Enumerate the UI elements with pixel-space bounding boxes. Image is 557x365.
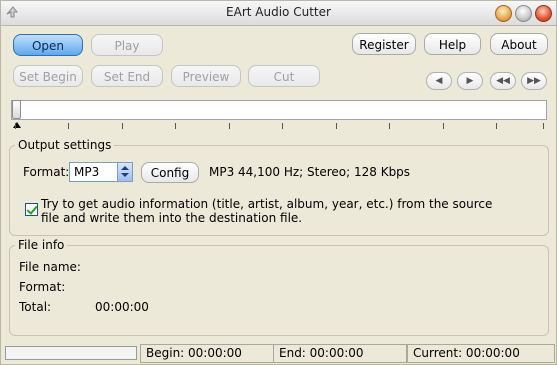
set-end-button[interactable]: Set End bbox=[91, 65, 163, 87]
prev-icon[interactable]: ◀ bbox=[426, 72, 452, 90]
format-select-value: MP3 bbox=[74, 165, 100, 179]
cut-button[interactable]: Cut bbox=[248, 65, 320, 87]
status-current: Current: 00:00:00 bbox=[407, 344, 555, 363]
get-audio-info-label: Try to get audio information (title, art… bbox=[41, 197, 493, 225]
config-button[interactable]: Config bbox=[141, 162, 199, 183]
get-audio-info-checkbox[interactable] bbox=[25, 203, 38, 216]
total-label: Total: bbox=[19, 300, 52, 314]
status-begin: Begin: 00:00:00 bbox=[140, 344, 274, 363]
file-info-group bbox=[9, 245, 549, 336]
play-button[interactable]: Play bbox=[91, 34, 163, 56]
help-button[interactable]: Help bbox=[424, 33, 481, 55]
app-window: EArt Audio Cutter Open Play Register Hel… bbox=[0, 0, 557, 365]
progress-bar bbox=[5, 346, 137, 360]
minimize-button[interactable] bbox=[495, 5, 512, 22]
next-icon[interactable]: ▶ bbox=[457, 72, 483, 90]
output-settings-legend: Output settings bbox=[15, 138, 115, 152]
file-format-label: Format: bbox=[19, 280, 66, 294]
format-description: MP3 44,100 Hz; Stereo; 128 Kbps bbox=[209, 165, 411, 179]
total-value: 00:00:00 bbox=[95, 300, 149, 314]
about-button[interactable]: About bbox=[490, 33, 548, 55]
position-slider-thumb[interactable] bbox=[12, 100, 21, 119]
format-label: Format: bbox=[23, 165, 70, 179]
rewind-icon[interactable]: ◀◀ bbox=[490, 72, 516, 90]
position-slider-track[interactable] bbox=[11, 100, 547, 120]
select-arrow-icon[interactable] bbox=[117, 163, 132, 181]
close-button[interactable] bbox=[535, 5, 552, 22]
open-button[interactable]: Open bbox=[13, 34, 83, 56]
slider-ticks bbox=[11, 123, 547, 131]
title-bar: EArt Audio Cutter bbox=[1, 1, 556, 26]
status-end: End: 00:00:00 bbox=[273, 344, 407, 363]
preview-button[interactable]: Preview bbox=[171, 65, 241, 87]
fast-forward-icon[interactable]: ▶▶ bbox=[521, 72, 547, 90]
window-title: EArt Audio Cutter bbox=[226, 5, 331, 19]
file-name-label: File name: bbox=[19, 260, 81, 274]
register-button[interactable]: Register bbox=[352, 33, 416, 55]
file-info-legend: File info bbox=[15, 238, 68, 252]
maximize-button[interactable] bbox=[515, 5, 532, 22]
format-select[interactable]: MP3 bbox=[69, 162, 133, 182]
set-begin-button[interactable]: Set Begin bbox=[13, 65, 83, 87]
